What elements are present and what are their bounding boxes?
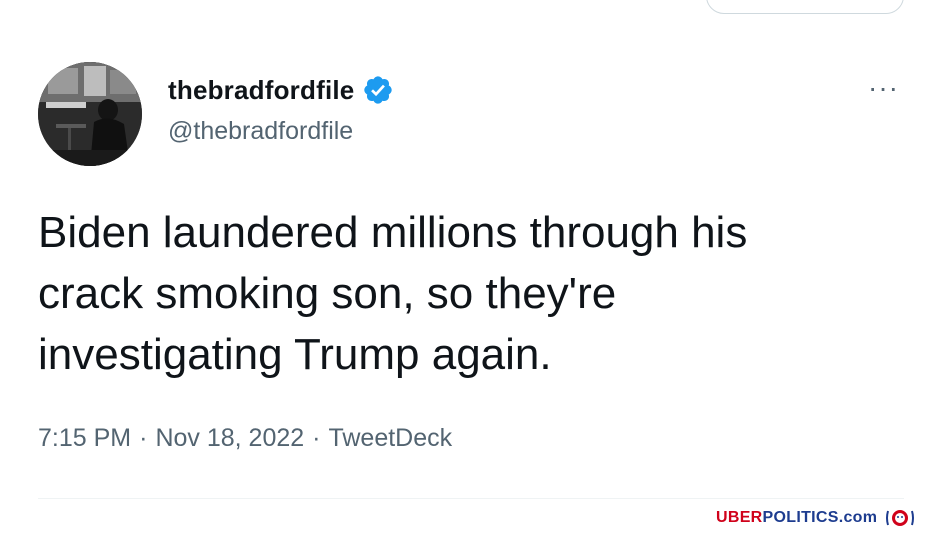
tweet-meta: 7:15 PM · Nov 18, 2022 · TweetDeck — [38, 424, 452, 453]
avatar[interactable] — [38, 62, 142, 166]
more-options-icon[interactable]: ··· — [868, 74, 899, 102]
meta-separator: · — [312, 424, 321, 452]
watermark-uber: UBER — [716, 509, 763, 526]
watermark-politics: POLITICS.com — [762, 509, 878, 526]
watermark-text: UBERPOLITICS.com — [716, 509, 877, 527]
follow-button-partial[interactable] — [706, 0, 904, 14]
divider — [38, 498, 904, 499]
tweet-date[interactable]: Nov 18, 2022 — [155, 424, 304, 453]
watermark: UBERPOLITICS.com — [716, 507, 915, 529]
tweet-time[interactable]: 7:15 PM — [38, 424, 131, 453]
uberpolitics-logo-icon — [886, 510, 915, 526]
verified-badge-icon — [364, 76, 393, 104]
handle[interactable]: @thebradfordfile — [168, 117, 353, 146]
display-name[interactable]: thebradfordfile — [168, 75, 354, 106]
tweet-text: Biden laundered millions through his cra… — [38, 208, 748, 379]
meta-separator: · — [139, 424, 148, 452]
tweet-source[interactable]: TweetDeck — [328, 424, 452, 453]
